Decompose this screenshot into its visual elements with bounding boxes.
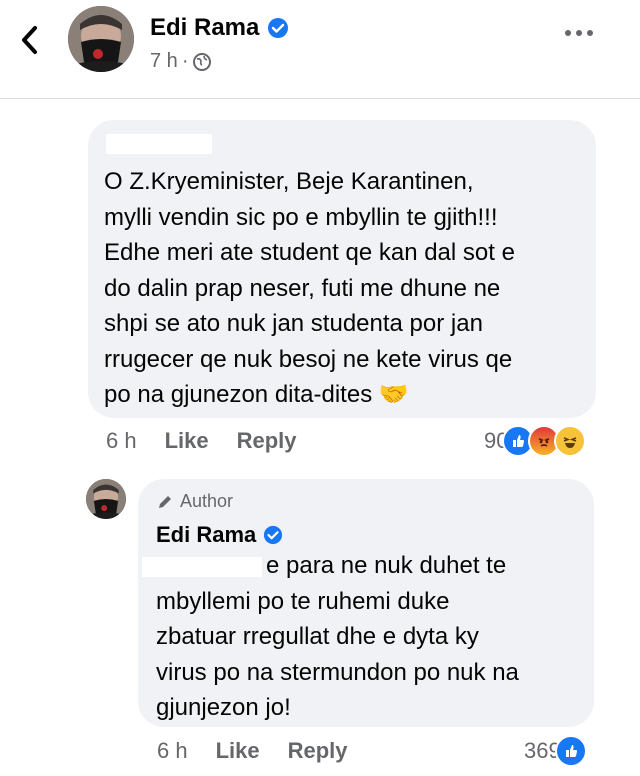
verified-badge-icon [264, 525, 283, 545]
post-header: Edi Rama 7 h · [0, 0, 640, 99]
author-name[interactable]: Edi Rama [150, 14, 289, 42]
comment-time[interactable]: 6 h [106, 428, 137, 454]
reply-bubble: Author Edi Rama e para ne nuk duhet te m… [138, 479, 594, 727]
dot-icon [587, 30, 593, 36]
chevron-left-icon [22, 26, 37, 54]
haha-reaction-icon [554, 425, 587, 457]
reply-avatar[interactable] [86, 479, 126, 519]
reply-button[interactable]: Reply [288, 738, 348, 764]
meta-separator: · [181, 50, 189, 72]
more-options-button[interactable] [565, 30, 593, 36]
verified-badge-icon [268, 18, 289, 38]
pencil-icon [159, 495, 171, 508]
comment-bubble: O Z.Kryeminister, Beje Karantinen, mylli… [88, 120, 596, 418]
reply-author-name[interactable]: Edi Rama [156, 522, 283, 548]
reply-time[interactable]: 6 h [157, 738, 188, 764]
dot-icon [576, 30, 582, 36]
like-button[interactable]: Like [165, 428, 209, 454]
reaction-summary[interactable]: 369 [524, 735, 587, 767]
avatar[interactable] [68, 6, 134, 72]
like-button[interactable]: Like [216, 738, 260, 764]
post-meta: 7 h · [150, 50, 212, 73]
reply-text: e para ne nuk duhet te mbyllemi po te ru… [156, 552, 519, 721]
comment-actions: 6 h Like Reply [106, 428, 297, 454]
comment-text: O Z.Kryeminister, Beje Karantinen, mylli… [104, 168, 515, 408]
author-badge: Author [156, 491, 233, 512]
dot-icon [565, 30, 571, 36]
reaction-summary[interactable]: 90 [484, 425, 587, 457]
redacted-commenter-name [106, 134, 212, 154]
like-reaction-icon [554, 735, 587, 767]
reply-button[interactable]: Reply [237, 428, 297, 454]
back-button[interactable] [14, 22, 44, 58]
post-time[interactable]: 7 h [150, 50, 178, 73]
globe-icon [193, 52, 212, 71]
reply-actions: 6 h Like Reply [157, 738, 348, 764]
